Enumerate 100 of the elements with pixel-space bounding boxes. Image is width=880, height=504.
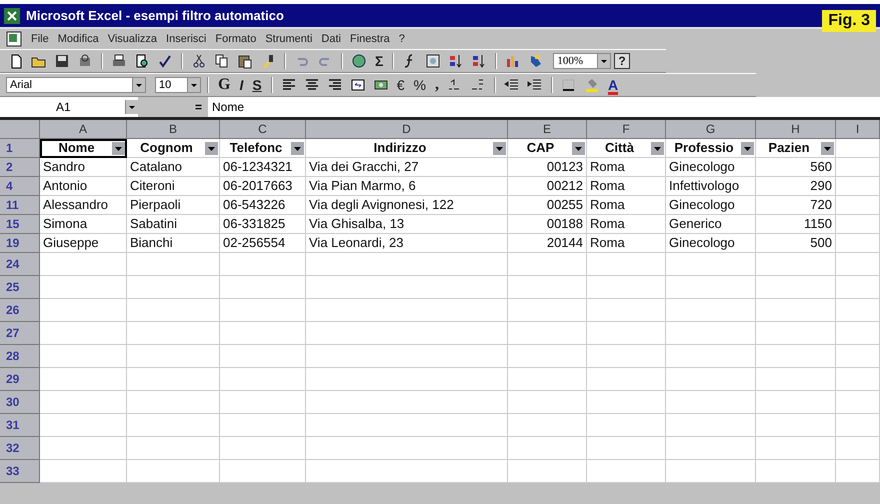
menu-item[interactable]: Visualizza — [108, 33, 158, 45]
column-header[interactable]: I — [836, 120, 880, 139]
column-title: CAP — [526, 139, 556, 157]
row-header[interactable]: 27 — [0, 322, 40, 345]
menu-item[interactable]: Modifica — [58, 33, 99, 45]
brush-icon[interactable] — [260, 53, 276, 69]
help-button[interactable]: ? — [614, 53, 630, 69]
table-cell: Via Leonardi, 23 — [306, 234, 508, 253]
table-cell: 500 — [756, 234, 836, 253]
menu-item[interactable]: Strumenti — [265, 33, 312, 45]
row-header[interactable]: 19 — [0, 234, 40, 253]
lock-icon[interactable] — [77, 53, 93, 69]
euro-button[interactable]: € — [394, 77, 408, 93]
table-cell: Via Pian Marmo, 6 — [306, 177, 508, 196]
row-header[interactable]: 25 — [0, 276, 40, 299]
column-header[interactable]: G — [666, 120, 756, 139]
row-header[interactable]: 4 — [0, 177, 40, 196]
table-cell: 00212 — [508, 177, 587, 196]
sort-ascending-icon[interactable] — [448, 53, 464, 69]
formula-field[interactable]: Nome — [208, 100, 880, 114]
table-cell: Roma — [587, 234, 666, 253]
filter-dropdown-icon[interactable] — [572, 142, 585, 154]
empty-cell — [836, 253, 880, 276]
paste-icon[interactable] — [237, 53, 253, 69]
italic-button[interactable]: I — [236, 77, 246, 93]
row-header[interactable]: 15 — [0, 215, 40, 234]
filter-dropdown-icon[interactable] — [291, 142, 304, 154]
font-size-dropdown[interactable]: 10 — [155, 77, 201, 93]
table-cell: 720 — [756, 196, 836, 215]
merge-cells-icon[interactable] — [350, 77, 366, 93]
row-header[interactable]: 31 — [0, 414, 40, 437]
menu-item[interactable]: Finestra — [350, 33, 390, 45]
font-color-button[interactable]: A — [604, 77, 622, 93]
menu-item[interactable]: Inserisci — [166, 33, 206, 45]
table-cell: Catalano — [127, 158, 220, 177]
table-cell: Pierpaoli — [127, 196, 220, 215]
comma-style-button[interactable]: , — [432, 76, 442, 94]
table-cell: Via degli Avignonesi, 122 — [306, 196, 508, 215]
row-header[interactable]: 26 — [0, 299, 40, 322]
row-header[interactable]: 24 — [0, 253, 40, 276]
column-header[interactable]: A — [40, 120, 127, 139]
preview-icon[interactable] — [134, 53, 150, 69]
column-header[interactable]: C — [220, 120, 306, 139]
table-cell: Sabatini — [127, 215, 220, 234]
column-header[interactable]: E — [508, 120, 587, 139]
column-header[interactable]: D — [306, 120, 508, 139]
table-cell: Roma — [587, 196, 666, 215]
column-header[interactable]: F — [587, 120, 666, 139]
filter-dropdown-icon[interactable] — [112, 142, 125, 154]
wizard-icon[interactable] — [425, 53, 442, 69]
borders-icon[interactable] — [560, 77, 577, 93]
row-header[interactable]: 30 — [0, 391, 40, 414]
bold-button[interactable]: G — [215, 76, 234, 94]
row-header[interactable]: 32 — [0, 437, 40, 460]
column-title: Cognom — [139, 139, 194, 157]
table-cell: 00255 — [508, 196, 587, 215]
table-cell: Ginecologo — [666, 234, 756, 253]
filter-dropdown-icon[interactable] — [741, 142, 754, 154]
align-left-icon[interactable] — [280, 77, 297, 93]
table-cell: 290 — [756, 177, 836, 196]
menu-item[interactable]: Dati — [321, 33, 341, 45]
row-header[interactable]: 28 — [0, 345, 40, 368]
menu-item[interactable]: ? — [398, 33, 405, 45]
align-right-icon[interactable] — [326, 77, 343, 93]
globe-icon[interactable] — [351, 53, 367, 69]
copy-icon[interactable] — [214, 53, 230, 69]
table-cell: Roma — [587, 215, 666, 234]
empty-cell — [836, 391, 880, 414]
align-center-icon[interactable] — [304, 77, 320, 93]
row-header[interactable]: 33 — [0, 460, 40, 483]
font-dropdown[interactable]: Arial — [6, 77, 146, 93]
filter-dropdown-icon[interactable] — [651, 142, 664, 154]
table-cell: Alessandro — [40, 196, 127, 215]
menu-item[interactable]: Formato — [215, 33, 256, 45]
filter-dropdown-icon[interactable] — [493, 142, 506, 154]
filter-dropdown-icon[interactable] — [205, 142, 218, 154]
column-header[interactable]: B — [127, 120, 220, 139]
column-header[interactable]: H — [756, 120, 836, 139]
row-header[interactable]: 2 — [0, 158, 40, 177]
table-cell: Citeroni — [127, 177, 220, 196]
menu-item[interactable]: File — [31, 33, 49, 45]
table-cell: Simona — [40, 215, 127, 234]
empty-cell — [836, 177, 880, 196]
zoom-dropdown[interactable]: 100% — [553, 53, 612, 69]
printer-icon[interactable] — [111, 53, 127, 69]
scissors-icon[interactable] — [191, 53, 207, 69]
row-header[interactable]: 29 — [0, 368, 40, 391]
paint-bucket-icon[interactable] — [584, 77, 600, 93]
workbook-icon[interactable] — [6, 31, 22, 47]
autosum-button[interactable]: Σ — [372, 53, 386, 69]
row-header[interactable]: 1 — [0, 139, 40, 158]
spreadsheet-icon — [4, 8, 20, 24]
sort-descending-icon[interactable] — [471, 53, 488, 69]
filter-dropdown-icon[interactable] — [821, 142, 834, 154]
table-cell: Giuseppe — [40, 234, 127, 253]
percent-button[interactable]: % — [410, 77, 429, 93]
checkmark-icon[interactable] — [157, 53, 173, 69]
row-header[interactable]: 11 — [0, 196, 40, 215]
table-cell: 06-2017663 — [220, 177, 306, 196]
underline-button[interactable]: S — [249, 77, 265, 93]
